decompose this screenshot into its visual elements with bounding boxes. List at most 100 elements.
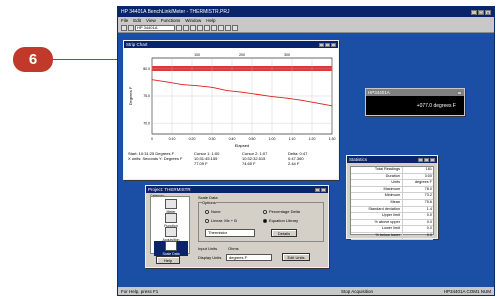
meter-title: HP34401A <box>368 90 390 95</box>
toolbar: HP 34401A <box>118 24 494 33</box>
close-icon[interactable] <box>331 42 336 47</box>
pause-icon[interactable] <box>218 25 224 31</box>
stats-key: Upper limit <box>351 213 403 219</box>
stats-key: Total Readings <box>351 167 403 173</box>
stats-value: degrees F <box>414 180 432 185</box>
strip-chart-window: Strip Chart 0 0:10 0:20 0:30 0:40 0:50 1:00 1:1… <box>123 40 339 180</box>
app-titlebar[interactable]: HP 34401A BenchLink/Meter - THERMISTR.PR… <box>118 7 494 17</box>
series-point <box>151 79 153 81</box>
stats-value: 0.0 <box>426 226 432 231</box>
screenshot: 6 HP 34401A BenchLink/Meter - THERMISTR.… <box>0 0 497 299</box>
close-icon[interactable] <box>321 187 326 192</box>
close-icon[interactable] <box>430 157 435 162</box>
maximize-icon[interactable] <box>325 42 330 47</box>
category-scale-data[interactable]: Scale Data <box>154 241 188 256</box>
display-units-label: Display Units <box>198 255 222 260</box>
stats-row: Units degrees F <box>351 180 433 187</box>
footer-delta: Delta: 0:47 0:47.360 2.44 F <box>288 151 307 166</box>
instrument-select[interactable]: HP 34401A <box>135 25 175 31</box>
step-icon[interactable] <box>232 25 238 31</box>
status-state: Stop Acquisition <box>341 288 374 294</box>
close-icon[interactable]: × <box>485 9 491 15</box>
new-icon[interactable] <box>121 25 127 31</box>
radio-equation[interactable]: Equation Library <box>263 218 298 223</box>
series-point <box>331 105 333 107</box>
footer-cursor1: Cursor 1: 1:00 10:31:45.155 77.09 F <box>194 151 219 166</box>
minimize-icon[interactable] <box>418 157 423 162</box>
stop-icon[interactable] <box>225 25 231 31</box>
stats-key: Duration <box>351 173 403 180</box>
help-button[interactable]: Help <box>156 256 180 264</box>
meter-reading: +077.0 degrees F <box>416 103 456 109</box>
statistics-titlebar[interactable]: Statistics <box>347 156 437 163</box>
open-icon[interactable] <box>128 25 134 31</box>
equation-select[interactable]: Thermistor <box>205 229 255 237</box>
scale-icon[interactable] <box>204 25 210 31</box>
display-units-select[interactable]: degrees F <box>226 254 272 261</box>
menubar: File Edit View Functions Window Help <box>118 17 494 24</box>
meter-titlebar[interactable]: HP34401A <box>366 89 464 96</box>
menu-file[interactable]: File <box>121 18 128 23</box>
menu-edit[interactable]: Edit <box>133 18 141 23</box>
x-tick-label: 1:20 <box>309 137 316 141</box>
stats-key: Maximum <box>351 186 403 193</box>
edit-units-button[interactable]: Edit Units <box>282 253 310 261</box>
stats-row: Maximum 78.0 <box>351 186 433 194</box>
series-point <box>166 81 168 83</box>
series-point <box>211 86 213 88</box>
minimize-icon[interactable] <box>319 42 324 47</box>
stats-value: 0.0 <box>426 213 432 218</box>
close-icon[interactable] <box>457 90 462 95</box>
stats-value: 181 <box>425 167 432 171</box>
function-icon <box>165 213 177 223</box>
x-tick-label: 0:20 <box>189 137 196 141</box>
strip-chart-titlebar[interactable]: Strip Chart <box>124 41 338 48</box>
y-tick-label: 80.0 <box>143 67 150 71</box>
stats-icon[interactable] <box>197 25 203 31</box>
footer-units: X units: Seconds Y: Degrees F <box>128 156 183 161</box>
category-acquisition[interactable]: Acquisition <box>154 227 188 242</box>
project-titlebar[interactable]: Project: THERMISTR <box>146 186 328 193</box>
delta-value: 2.44 F <box>288 161 300 166</box>
footer-info: Start: 10:31:25 Degrees F X units: Secon… <box>128 151 182 161</box>
stats-value: 75.6 <box>424 199 432 204</box>
radio-none-label: None <box>211 209 221 214</box>
cursor1-value: 77.09 F <box>194 161 208 166</box>
x-tick-label: 1:00 <box>269 137 276 141</box>
x-tick-label: 1:30 <box>329 137 336 141</box>
details-button[interactable]: Details <box>271 229 297 237</box>
minimize-icon[interactable]: _ <box>471 9 477 15</box>
table-icon[interactable] <box>190 25 196 31</box>
callout-line <box>53 59 117 60</box>
category-function[interactable]: Function <box>154 213 188 228</box>
x-tick-label: 0 <box>151 137 153 141</box>
chart-icon[interactable] <box>183 25 189 31</box>
menu-functions[interactable]: Functions <box>161 18 181 23</box>
radio-circle <box>205 209 209 214</box>
menu-window[interactable]: Window <box>185 18 201 23</box>
series-point <box>256 93 258 95</box>
stats-key: Minimum <box>351 193 403 199</box>
stats-value: 73.2 <box>424 193 432 198</box>
category-meter[interactable]: Meter <box>154 199 188 214</box>
stats-row: Upper limit 0.0 <box>351 213 433 220</box>
radio-none[interactable]: None <box>205 209 221 214</box>
menu-help[interactable]: Help <box>206 18 215 23</box>
play-icon[interactable] <box>211 25 217 31</box>
stats-key: Standard deviation <box>351 206 403 213</box>
maximize-icon[interactable] <box>424 157 429 162</box>
menu-view[interactable]: View <box>146 18 156 23</box>
stats-value: 3:00 <box>424 173 432 178</box>
radio-percentage[interactable]: Percentage Delta <box>263 209 300 214</box>
category-list: Meter Function Acquisition Scale Data <box>150 196 190 256</box>
maximize-icon[interactable]: □ <box>478 9 484 15</box>
radio-circle <box>263 209 267 214</box>
stats-key: % above upper <box>351 219 403 226</box>
meter-icon[interactable] <box>176 25 182 31</box>
radio-linear[interactable]: Linear: Mx + B <box>205 218 237 223</box>
stats-value: 0.0 <box>426 232 432 237</box>
strip-chart-plot[interactable]: 0 0:10 0:20 0:30 0:40 0:50 1:00 1:10 1:20 1:30 100… <box>124 48 340 152</box>
minimize-icon[interactable] <box>315 187 320 192</box>
x-tick-label: 0:30 <box>209 137 216 141</box>
stats-key: % below lower <box>351 232 403 239</box>
